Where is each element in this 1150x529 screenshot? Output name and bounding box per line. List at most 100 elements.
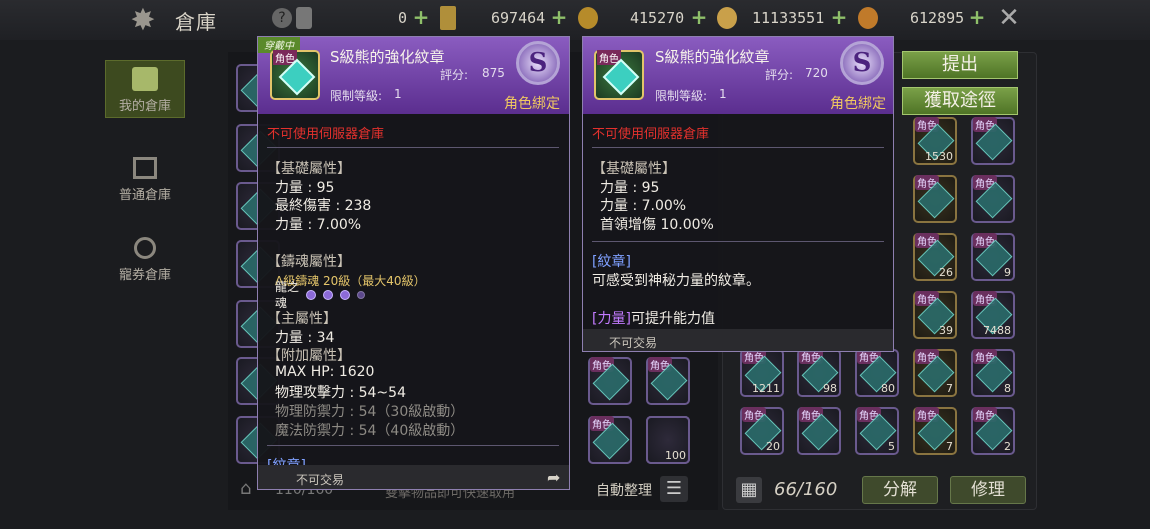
score-value: 875 [482, 66, 505, 80]
bind-status: 角色綁定 [504, 96, 560, 112]
help-icon[interactable]: ? [272, 8, 292, 28]
soul-slot-icon [306, 290, 316, 300]
inventory-slot[interactable]: 角色 8 [971, 349, 1015, 397]
close-swords-icon[interactable]: ✕ [995, 4, 1023, 32]
add-currency-button[interactable]: + [412, 7, 430, 27]
stack-count: 39 [939, 324, 953, 337]
score-label: 評分: [765, 68, 794, 82]
inventory-slot[interactable]: 角色 2 [971, 407, 1015, 455]
level-label: 限制等級: [655, 89, 708, 103]
nav-label: 普通倉庫 [118, 188, 171, 203]
restriction-text: 不可使用伺服器倉庫 [592, 127, 710, 142]
inventory-slot[interactable]: 角色 7 [913, 407, 957, 455]
emblem-section-title: [紋章] [592, 254, 631, 270]
stack-count: 100 [665, 449, 686, 462]
inventory-slot[interactable]: 角色 [588, 416, 632, 464]
emblem-description: 可感受到神秘力量的紋章。 [592, 273, 760, 289]
inventory-slot[interactable]: 角色 [588, 357, 632, 405]
currency-value: 697464 [491, 9, 546, 27]
power-description: 可提升能力值 [631, 311, 715, 327]
inventory-slot[interactable]: 角色 26 [913, 233, 957, 281]
stack-count: 8 [1004, 382, 1011, 395]
score-value: 720 [805, 66, 828, 80]
emblem-item-icon: 角色 [270, 50, 320, 100]
card-icon [440, 6, 456, 30]
attribute-line: MAX HP: 1620 [275, 364, 375, 380]
stack-count: 5 [888, 440, 895, 453]
auto-sort-button[interactable]: ☰ [660, 476, 688, 502]
stack-count: 2 [1004, 440, 1011, 453]
nav-label: 寵券倉庫 [118, 268, 171, 283]
attribute-line: 力量 : 95 [275, 180, 335, 196]
add-currency-button[interactable]: + [690, 7, 708, 27]
divider [267, 445, 559, 446]
main-attributes-title: 【主屬性】 [267, 311, 337, 327]
nav-label: 我的倉庫 [118, 99, 171, 114]
warehouse-icon [133, 157, 157, 179]
grade-badge: S [840, 41, 884, 85]
inventory-slot[interactable]: 角色 [971, 117, 1015, 165]
inactive-attribute-line: 物理防禦力 : 54（30級啟動） [275, 404, 465, 420]
inventory-slot[interactable]: 角色 7488 [971, 291, 1015, 339]
add-currency-button[interactable]: + [830, 7, 848, 27]
inventory-count: 66/160 [774, 479, 838, 500]
inventory-slot[interactable]: 角色 9 [971, 233, 1015, 281]
inventory-slot[interactable]: 角色 80 [855, 349, 899, 397]
inventory-slot[interactable]: 角色 98 [797, 349, 841, 397]
soul-name: 龍之魂 [275, 280, 300, 310]
stack-count: 1530 [925, 150, 953, 163]
base-attributes-title: 【基礎屬性】 [267, 161, 351, 177]
inventory-slot[interactable]: 角色 1530 [913, 117, 957, 165]
nav-normal-warehouse[interactable]: 普通倉庫 [105, 157, 185, 203]
bronze-coin-icon [858, 7, 878, 29]
divider [592, 241, 884, 242]
divider [267, 147, 559, 148]
auto-sort-label: 自動整理 [596, 483, 652, 499]
inventory-slot[interactable]: 角色 1211 [740, 349, 784, 397]
inventory-slot[interactable]: 角色 7 [913, 349, 957, 397]
box-icon [132, 67, 158, 91]
page-title: 倉庫 [175, 10, 217, 34]
inventory-slot[interactable]: 角色 [646, 357, 690, 405]
gold-coin-icon [717, 7, 737, 29]
pet-icon [134, 237, 156, 259]
inventory-slot[interactable]: 角色 [913, 175, 957, 223]
inventory-slot[interactable]: 角色 5 [855, 407, 899, 455]
item-name: S級熊的強化紋章 [330, 48, 445, 66]
inventory-slot[interactable]: 100 [646, 416, 690, 464]
add-currency-button[interactable]: + [968, 7, 986, 27]
inventory-slot[interactable]: 角色 [797, 407, 841, 455]
attribute-line: 力量 : 7.00% [600, 198, 687, 214]
soul-slot-icon [323, 290, 333, 300]
grade-badge: S [516, 41, 560, 85]
currency-value: 11133551 [752, 9, 825, 27]
bind-status: 角色綁定 [830, 96, 886, 112]
inventory-slot[interactable]: 角色 39 [913, 291, 957, 339]
level-value: 1 [719, 87, 727, 101]
extra-attributes-title: 【附加屬性】 [267, 348, 351, 364]
base-attributes-title: 【基礎屬性】 [592, 161, 676, 177]
item-tooltip-compare: 角色 S級熊的強化紋章 評分: 720 限制等級: 1 S 角色綁定 不可使用伺… [582, 36, 894, 352]
stack-count: 1211 [752, 382, 780, 395]
stack-count: 98 [823, 382, 837, 395]
item-tooltip-equipped: 穿戴中 角色 S級熊的強化紋章 評分: 875 限制等級: 1 S 角色綁定 不… [257, 36, 570, 490]
grid-icon[interactable]: ▦ [736, 477, 762, 503]
decompose-button[interactable]: 分解 [862, 476, 938, 504]
no-trade-text: 不可交易 [609, 336, 658, 350]
repair-button[interactable]: 修理 [950, 476, 1026, 504]
stack-count: 80 [881, 382, 895, 395]
obtain-route-button[interactable]: 獲取途徑 [902, 87, 1018, 115]
item-name: S級熊的強化紋章 [655, 48, 770, 66]
currency-value: 612895 [910, 9, 965, 27]
stack-count: 7 [946, 382, 953, 395]
share-icon[interactable]: ➦ [547, 468, 560, 487]
inventory-slot[interactable]: 角色 20 [740, 407, 784, 455]
divider [592, 147, 884, 148]
nav-my-warehouse[interactable]: 我的倉庫 [105, 60, 185, 118]
inventory-slot[interactable]: 角色 [971, 175, 1015, 223]
submit-button[interactable]: 提出 [902, 51, 1018, 79]
nav-pet-warehouse[interactable]: 寵券倉庫 [105, 237, 185, 283]
stack-count: 9 [1004, 266, 1011, 279]
soul-slot-icon [357, 291, 365, 299]
add-currency-button[interactable]: + [550, 7, 568, 27]
